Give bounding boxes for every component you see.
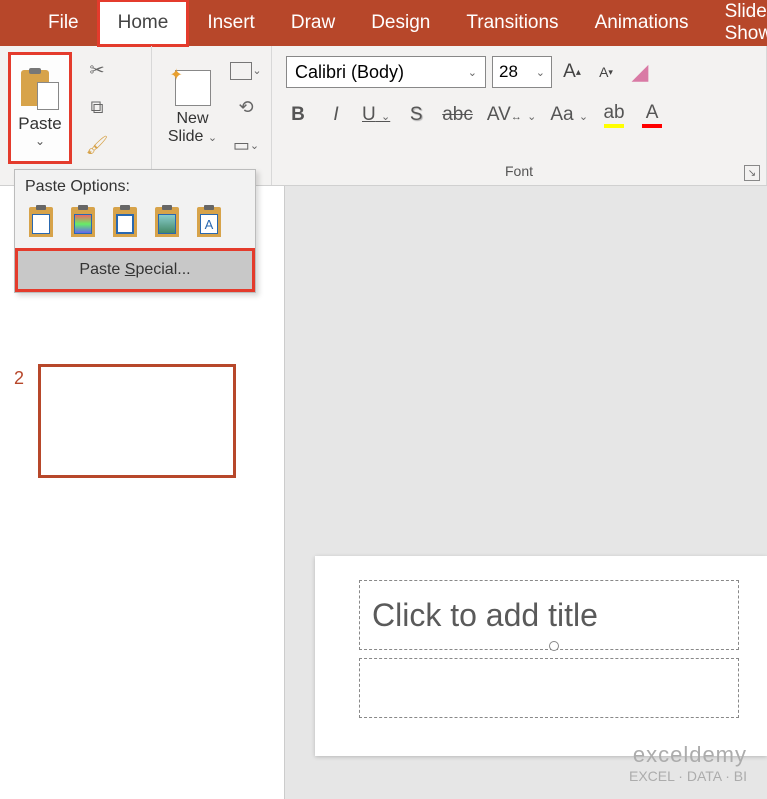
- slides-group: ✦ NewSlide ⌄ ⌄ ⟲ ▭⌄: [152, 46, 272, 185]
- tab-draw[interactable]: Draw: [273, 2, 353, 44]
- title-placeholder[interactable]: Click to add title: [359, 580, 739, 650]
- paste-use-destination-theme[interactable]: [23, 204, 59, 240]
- paste-dropdown: Paste Options: A Paste Special...: [14, 169, 256, 293]
- reset-button[interactable]: ⟲: [229, 93, 263, 123]
- paste-special-menuitem[interactable]: Paste Special...: [15, 248, 255, 292]
- font-size-select[interactable]: 28 ⌄: [492, 56, 552, 88]
- new-slide-icon: ✦: [175, 70, 211, 106]
- font-group-label: Font: [272, 159, 766, 183]
- italic-button[interactable]: I: [324, 104, 348, 126]
- char-spacing-button[interactable]: AV↔ ⌄: [487, 104, 536, 126]
- clipboard-group: Paste ⌄ ✂ ⧉ 🖌: [0, 46, 152, 185]
- font-dialog-launcher[interactable]: ↘: [744, 165, 760, 181]
- paste-picture[interactable]: [149, 204, 185, 240]
- strikethrough-button[interactable]: abc: [442, 104, 473, 126]
- paste-keep-source-formatting[interactable]: [65, 204, 101, 240]
- slide-canvas: Click to add title: [285, 186, 767, 799]
- slide-number: 2: [14, 364, 38, 389]
- tab-insert[interactable]: Insert: [189, 2, 273, 44]
- reset-icon: ⟲: [238, 97, 253, 118]
- subtitle-placeholder[interactable]: [359, 658, 739, 718]
- tab-home[interactable]: Home: [97, 0, 190, 47]
- section-button[interactable]: ▭⌄: [229, 130, 263, 160]
- watermark-tag: EXCEL · DATA · BI: [629, 768, 747, 785]
- slide-thumb-row: 2: [0, 356, 284, 486]
- paste-label: Paste: [18, 114, 61, 134]
- watermark-brand: exceldemy: [629, 742, 747, 768]
- font-name-select[interactable]: Calibri (Body) ⌄: [286, 56, 486, 88]
- ribbon: Paste ⌄ ✂ ⧉ 🖌 ✦ NewSlide ⌄ ⌄ ⟲ ▭⌄: [0, 46, 767, 186]
- tab-design[interactable]: Design: [353, 2, 448, 44]
- tab-animations[interactable]: Animations: [577, 2, 707, 44]
- font-color-button[interactable]: A: [640, 102, 664, 128]
- change-case-button[interactable]: Aa ⌄: [550, 104, 588, 126]
- clipboard-icon: [21, 68, 59, 110]
- format-painter-button[interactable]: 🖌: [80, 130, 114, 160]
- ribbon-tab-bar: File Home Insert Draw Design Transitions…: [0, 0, 767, 46]
- new-slide-button[interactable]: ✦ NewSlide ⌄: [160, 52, 225, 164]
- rotation-handle[interactable]: [549, 641, 559, 651]
- paste-keep-text-only[interactable]: A: [191, 204, 227, 240]
- brush-icon: 🖌: [86, 135, 109, 156]
- chevron-down-icon: ⌄: [468, 66, 477, 79]
- new-slide-label: NewSlide ⌄: [168, 110, 217, 145]
- shrink-font-button[interactable]: A▾: [592, 57, 620, 87]
- underline-button[interactable]: U ⌄: [362, 104, 390, 126]
- clear-formatting-button[interactable]: ◢: [626, 58, 654, 86]
- cut-button[interactable]: ✂: [80, 56, 114, 86]
- tab-file[interactable]: File: [30, 2, 97, 44]
- grow-font-button[interactable]: A▴: [558, 57, 586, 87]
- tab-transitions[interactable]: Transitions: [448, 2, 576, 44]
- section-icon: ▭: [233, 135, 250, 156]
- copy-icon: ⧉: [91, 97, 104, 118]
- shadow-button[interactable]: S: [404, 104, 428, 126]
- slide-thumbnail-2[interactable]: [38, 364, 236, 478]
- slide-editor[interactable]: Click to add title: [315, 556, 767, 756]
- scissors-icon: ✂: [89, 60, 104, 81]
- copy-button[interactable]: ⧉: [80, 93, 114, 123]
- paste-button[interactable]: Paste ⌄: [8, 52, 72, 164]
- paste-embed[interactable]: [107, 204, 143, 240]
- highlight-button[interactable]: ab: [602, 102, 626, 128]
- font-group: Calibri (Body) ⌄ 28 ⌄ A▴ A▾ ◢ B I U ⌄ S ab…: [272, 46, 767, 185]
- eraser-icon: ◢: [632, 59, 649, 85]
- layout-button[interactable]: ⌄: [229, 56, 263, 86]
- layout-icon: [230, 62, 252, 80]
- chevron-down-icon: ⌄: [35, 134, 45, 148]
- font-size-value: 28: [499, 62, 518, 82]
- title-placeholder-text: Click to add title: [372, 597, 598, 634]
- watermark: exceldemy EXCEL · DATA · BI: [629, 742, 747, 785]
- font-name-value: Calibri (Body): [295, 62, 404, 83]
- paste-options-header: Paste Options:: [15, 170, 255, 202]
- chevron-down-icon: ⌄: [536, 66, 545, 79]
- bold-button[interactable]: B: [286, 104, 310, 126]
